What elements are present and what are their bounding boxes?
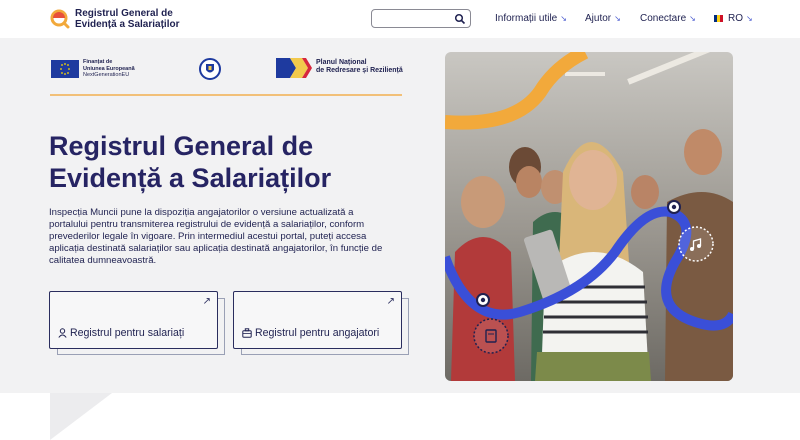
nav-label: Conectare <box>640 13 687 24</box>
external-arrow-icon: ↗ <box>202 296 211 307</box>
next-section <box>0 393 800 440</box>
arrow-icon: ↘ <box>560 14 567 23</box>
external-arrow-icon: ↗ <box>386 296 395 307</box>
divider <box>50 94 402 96</box>
brand-line-1: Registrul General de <box>75 8 173 19</box>
hero-photo <box>445 52 733 381</box>
arrow-icon: ↘ <box>689 14 696 23</box>
employees-register-button[interactable]: ↗ Registrul pentru salariați <box>49 291 218 349</box>
nav-conectare[interactable]: Conectare ↘ <box>640 13 696 24</box>
nav-label: Informații utile <box>495 13 558 24</box>
search-box[interactable] <box>371 9 471 28</box>
eu-funding-text: Finanțat de Uniunea Europeană NextGenera… <box>83 59 135 79</box>
pnrr-line-1: Planul Național <box>316 59 367 66</box>
nav-informatii-utile[interactable]: Informații utile ↘ <box>495 13 567 24</box>
page-title: Registrul General de Evidență a Salariaț… <box>49 130 409 194</box>
card-label-text: Registrul pentru angajatori <box>255 327 380 339</box>
brand-name[interactable]: Registrul General de Evidență a Salariaț… <box>75 8 180 30</box>
pnrr-text: Planul Național de Redresare și Rezilien… <box>316 59 403 75</box>
nav-ajutor[interactable]: Ajutor ↘ <box>585 13 621 24</box>
hero-photo-illustration <box>445 52 733 381</box>
card-label-text: Registrul pentru salariați <box>70 327 185 339</box>
title-line-1: Registrul General de <box>49 131 314 161</box>
decorative-shape <box>50 393 112 440</box>
arrow-icon: ↘ <box>614 14 621 23</box>
employers-register-button[interactable]: ↗ Registrul pentru angajatori <box>233 291 402 349</box>
hero-description: Inspecția Muncii pune la dispoziția anga… <box>49 207 383 266</box>
title-line-2: Evidență a Salariaților <box>49 163 332 193</box>
nav-label: Ajutor <box>585 13 612 24</box>
eu-line-3: NextGenerationEU <box>83 72 130 78</box>
pnrr-line-2: de Redresare și Reziliență <box>316 67 403 74</box>
brand-line-2: Evidență a Salariaților <box>75 19 180 30</box>
flag-icon <box>714 15 723 22</box>
top-header: Registrul General de Evidență a Salariaț… <box>0 0 800 38</box>
card-label: Registrul pentru salariați <box>58 327 184 339</box>
arrow-icon: ↘ <box>746 14 753 23</box>
briefcase-icon <box>242 328 252 338</box>
language-selector[interactable]: RO ↘ <box>714 13 753 24</box>
logo-icon[interactable] <box>50 9 70 29</box>
search-input[interactable] <box>376 12 460 27</box>
card-label: Registrul pentru angajatori <box>242 327 379 339</box>
eu-flag-icon <box>51 60 79 78</box>
pnrr-logo-icon <box>276 58 312 78</box>
search-icon[interactable] <box>454 13 466 25</box>
government-emblem-icon <box>199 58 221 80</box>
language-label: RO <box>728 13 743 24</box>
user-icon <box>58 328 67 338</box>
